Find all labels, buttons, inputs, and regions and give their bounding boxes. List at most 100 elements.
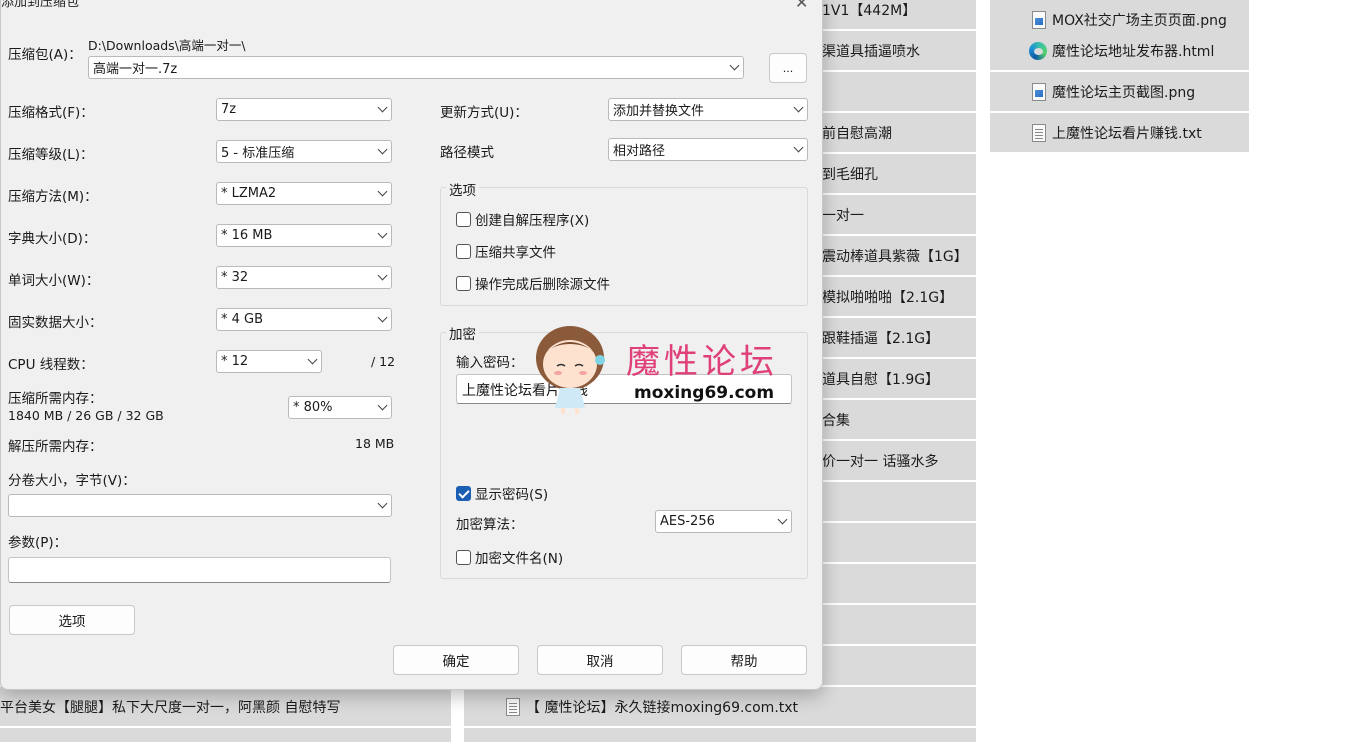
update-label: 更新方式(U)： xyxy=(440,105,528,121)
file-name: 价一对一 话骚水多 xyxy=(822,453,939,470)
file-name: 1V1【442M】 xyxy=(822,2,917,19)
dict-value: * 16 MB xyxy=(221,228,273,243)
path-select[interactable]: 相对路径 xyxy=(608,138,808,161)
archive-name-combobox[interactable]: 高端一对一.7z xyxy=(88,56,744,79)
file-name: 上魔性论坛看片赚钱.txt xyxy=(1052,125,1202,142)
delete-source-checkbox[interactable]: 操作完成后删除源文件 xyxy=(456,273,610,293)
archive-path: D:\Downloads\高端一对一\ xyxy=(88,38,246,53)
image-file-icon xyxy=(1032,10,1046,29)
file-item[interactable]: 平台美女【腿腿】私下大尺度一对一，阿黑颜 自慰特写 xyxy=(0,687,451,726)
dict-select[interactable]: * 16 MB xyxy=(216,224,392,247)
show-password-label: 显示密码(S) xyxy=(475,487,549,503)
ok-button[interactable]: 确定 xyxy=(393,645,519,675)
checkbox-box xyxy=(456,549,471,565)
chevron-down-icon xyxy=(377,144,388,155)
image-file-icon xyxy=(1032,82,1046,101)
split-select[interactable] xyxy=(8,494,392,517)
solid-label: 固实数据大小： xyxy=(8,315,103,331)
sfx-label: 创建自解压程序(X) xyxy=(475,213,590,229)
watermark-text: 魔性论坛 xyxy=(626,342,778,382)
file-name: 平台美女【腿腿】私下大尺度一对一，阿黑颜 自慰特写 xyxy=(0,699,341,716)
encrypt-names-label: 加密文件名(N) xyxy=(475,551,564,567)
params-input[interactable] xyxy=(8,557,391,583)
level-value: 5 - 标准压缩 xyxy=(221,146,295,161)
chevron-down-icon xyxy=(729,60,740,71)
chevron-down-icon xyxy=(377,312,388,323)
method-select[interactable]: * LZMA2 xyxy=(216,182,392,205)
checkbox-box xyxy=(456,243,471,259)
text-file-icon xyxy=(1032,123,1046,142)
options-button[interactable]: 选项 xyxy=(9,605,135,635)
file-item[interactable]: 魔性论坛地址发布器.html xyxy=(990,31,1249,70)
file-name: 模拟啪啪啪【2.1G】 xyxy=(822,289,954,306)
archive-name-value: 高端一对一.7z xyxy=(93,62,178,77)
file-name: 道具自慰【1.9G】 xyxy=(822,371,940,388)
file-item[interactable]: 【 魔性论坛】永久链接moxing69.com.txt xyxy=(464,687,976,726)
mem-decomp-value: 18 MB xyxy=(355,436,395,451)
solid-value: * 4 GB xyxy=(221,312,264,327)
close-icon[interactable]: ✕ xyxy=(795,0,808,12)
shared-files-label: 压缩共享文件 xyxy=(475,245,556,261)
method-label: 压缩方法(M)： xyxy=(8,189,98,205)
mem-decomp-label: 解压所需内存： xyxy=(8,439,103,455)
dict-label: 字典大小(D)： xyxy=(8,231,97,247)
solid-select[interactable]: * 4 GB xyxy=(216,308,392,331)
help-button[interactable]: 帮助 xyxy=(681,645,807,675)
chevron-down-icon xyxy=(377,186,388,197)
checkbox-box xyxy=(456,485,471,501)
checkbox-box xyxy=(456,211,471,227)
cpu-max: / 12 xyxy=(371,354,396,369)
mem-usage-select[interactable]: * 80% xyxy=(288,396,392,419)
watermark-url: moxing69.com xyxy=(634,383,775,403)
encryption-method-label: 加密算法： xyxy=(456,517,524,533)
update-select[interactable]: 添加并替换文件 xyxy=(608,98,808,121)
file-item[interactable] xyxy=(0,728,451,742)
file-name: 【 魔性论坛】永久链接moxing69.com.txt xyxy=(526,699,799,716)
text-file-icon xyxy=(506,697,520,716)
level-select[interactable]: 5 - 标准压缩 xyxy=(216,140,392,163)
cpu-select[interactable]: * 12 xyxy=(216,350,322,373)
file-item[interactable]: 魔性论坛主页截图.png xyxy=(990,72,1249,111)
mascot-logo xyxy=(536,326,605,414)
encryption-group-title: 加密 xyxy=(446,323,479,343)
format-value: 7z xyxy=(221,102,237,117)
level-label: 压缩等级(L)： xyxy=(8,147,94,163)
format-label: 压缩格式(F)： xyxy=(8,105,94,121)
cpu-value: * 12 xyxy=(221,354,249,369)
archive-label: 压缩包(A)： xyxy=(8,47,82,63)
delete-source-label: 操作完成后删除源文件 xyxy=(475,277,610,293)
chevron-down-icon xyxy=(377,498,388,509)
chevron-down-icon xyxy=(377,228,388,239)
chevron-down-icon xyxy=(377,270,388,281)
chevron-down-icon xyxy=(793,142,804,153)
word-value: * 32 xyxy=(221,270,249,285)
file-name: 震动棒道具紫薇【1G】 xyxy=(822,248,968,265)
file-item[interactable]: 上魔性论坛看片赚钱.txt xyxy=(990,113,1249,152)
file-name: 魔性论坛主页截图.png xyxy=(1052,84,1196,101)
params-label: 参数(P)： xyxy=(8,535,68,551)
file-name: 一对一 xyxy=(822,207,864,224)
chevron-down-icon xyxy=(777,514,788,525)
file-item[interactable] xyxy=(464,728,976,742)
checkbox-box xyxy=(456,275,471,291)
encrypt-names-checkbox[interactable]: 加密文件名(N) xyxy=(456,547,563,567)
method-value: * LZMA2 xyxy=(221,186,277,201)
path-value: 相对路径 xyxy=(613,144,666,159)
show-password-checkbox[interactable]: 显示密码(S) xyxy=(456,483,548,503)
encryption-method-select[interactable]: AES-256 xyxy=(655,510,792,533)
shared-files-checkbox[interactable]: 压缩共享文件 xyxy=(456,241,556,261)
file-name: 跟鞋插逼【2.1G】 xyxy=(822,330,940,347)
chevron-down-icon xyxy=(377,102,388,113)
path-label: 路径模式 xyxy=(440,145,494,161)
cancel-button[interactable]: 取消 xyxy=(537,645,663,675)
browse-button[interactable]: ... xyxy=(769,53,807,83)
word-select[interactable]: * 32 xyxy=(216,266,392,289)
word-label: 单词大小(W)： xyxy=(8,273,100,289)
encryption-method-value: AES-256 xyxy=(660,514,715,529)
file-name: MOX社交广场主页页面.png xyxy=(1052,12,1227,29)
format-select[interactable]: 7z xyxy=(216,98,392,121)
file-name: 前自慰高潮 xyxy=(822,125,892,142)
file-name: 渠道具插逼喷水 xyxy=(822,43,920,60)
sfx-checkbox[interactable]: 创建自解压程序(X) xyxy=(456,209,589,229)
chevron-down-icon xyxy=(377,400,388,411)
